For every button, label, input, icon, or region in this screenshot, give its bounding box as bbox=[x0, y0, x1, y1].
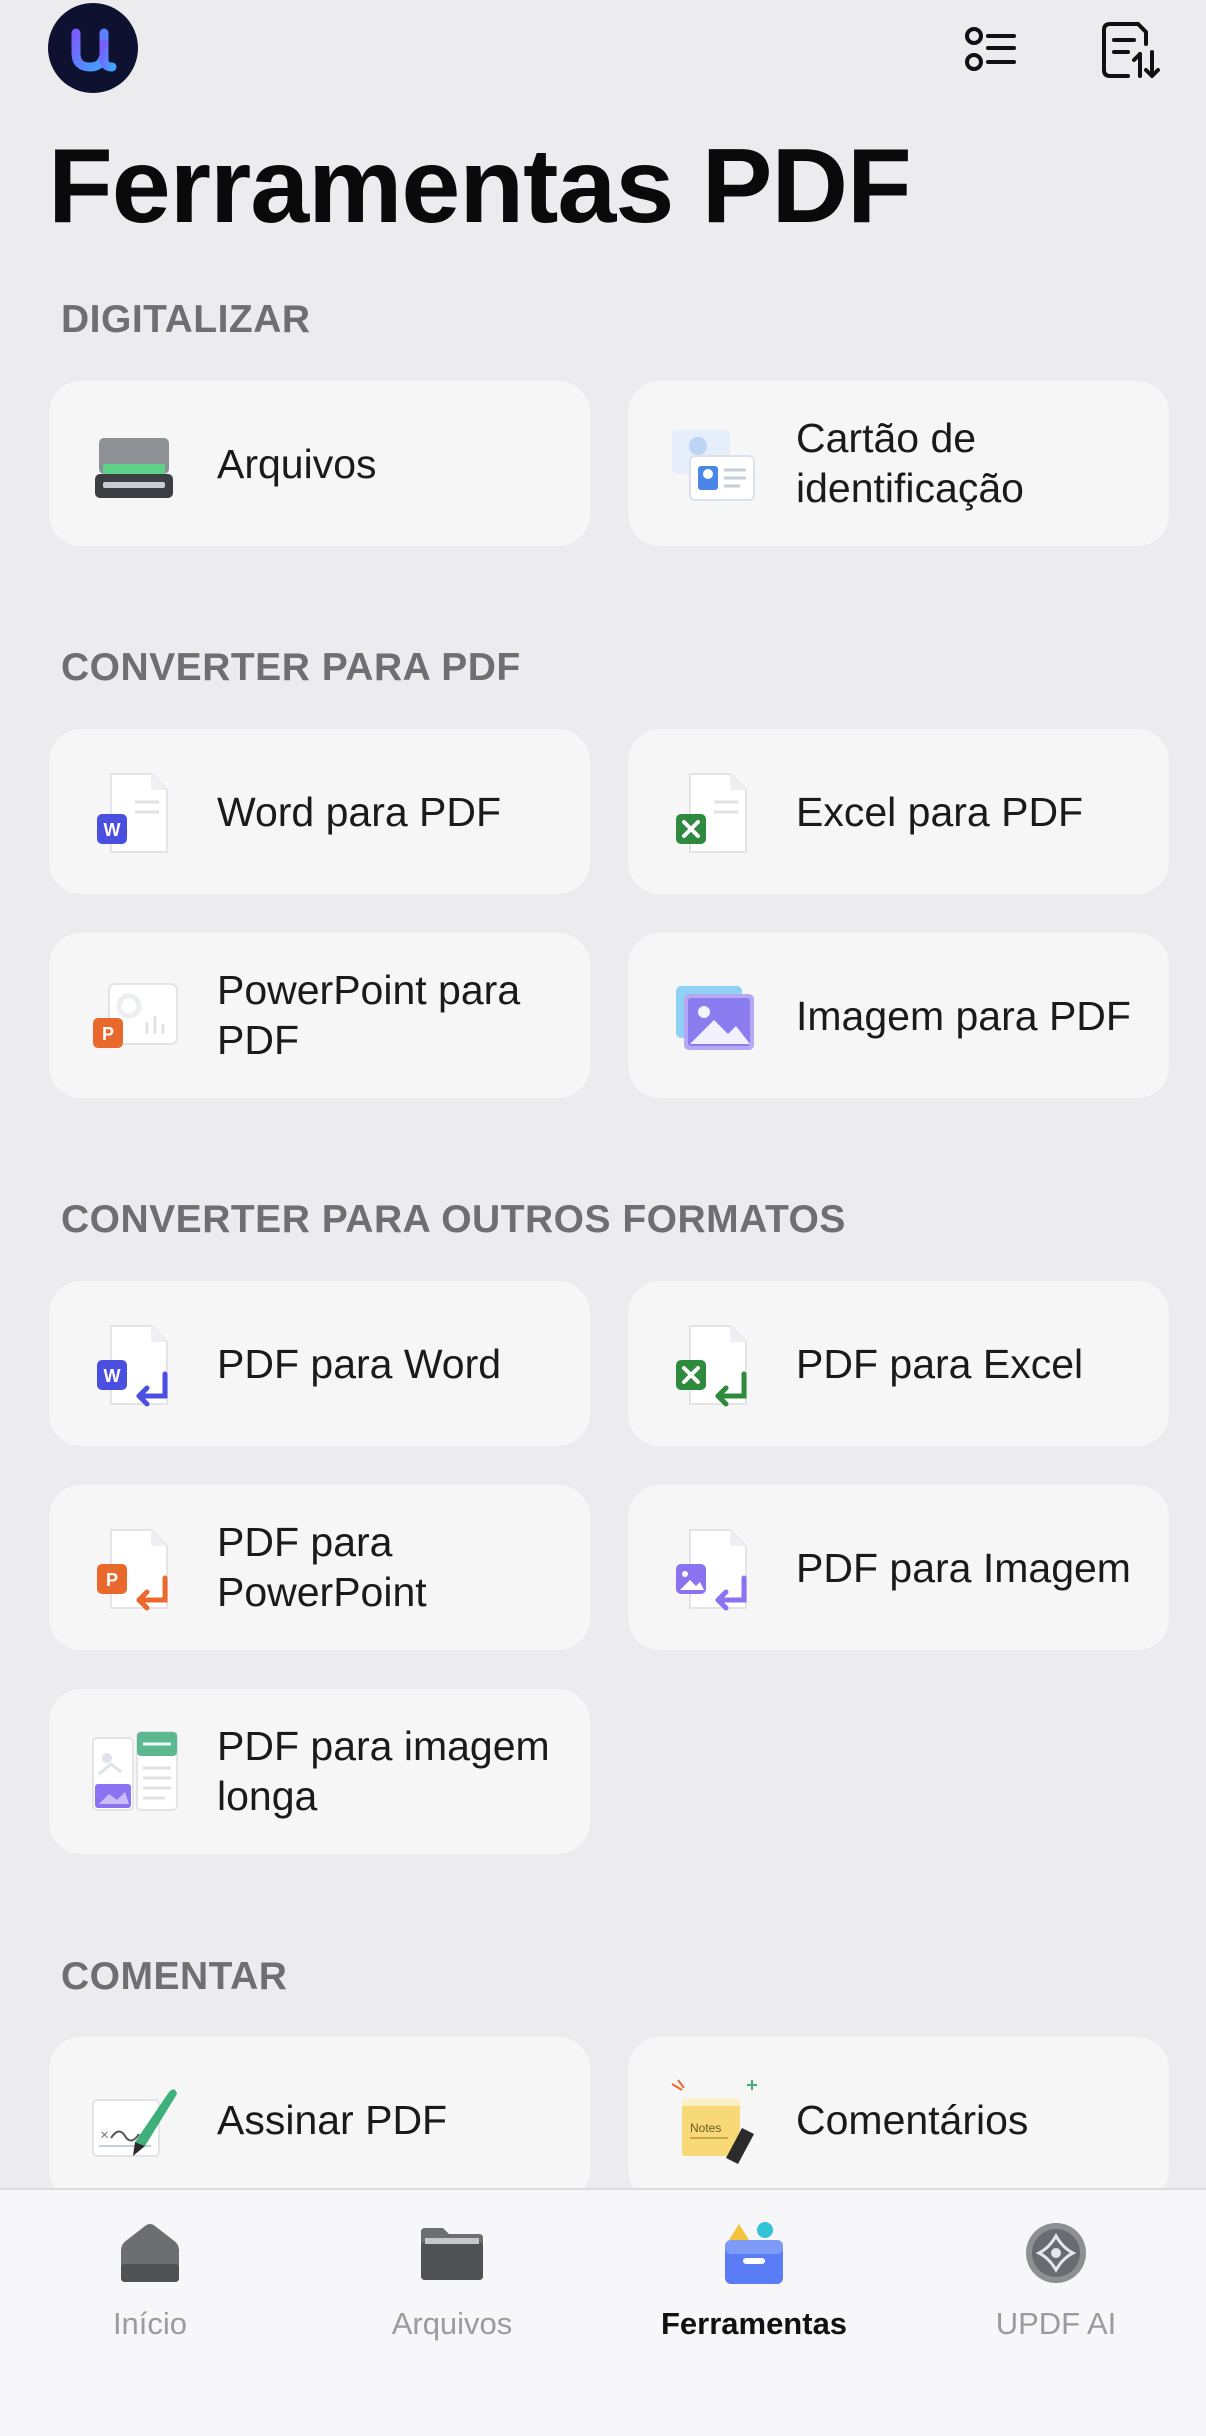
long-image-icon bbox=[92, 1731, 178, 1811]
ai-assistant-icon bbox=[1026, 2223, 1086, 2283]
pdf-to-powerpoint-icon: P bbox=[97, 1529, 168, 1611]
tool-imagem-para-pdf[interactable]: Imagem para PDF bbox=[628, 933, 1169, 1098]
id-card-icon bbox=[672, 430, 755, 501]
tab-label: Início bbox=[112, 2306, 188, 2341]
scanner-icon bbox=[95, 438, 173, 498]
svg-text:W: W bbox=[104, 1366, 121, 1386]
section-title-comentar: COMENTAR bbox=[61, 1955, 288, 1998]
svg-text:P: P bbox=[106, 1570, 118, 1590]
svg-text:W: W bbox=[104, 820, 121, 840]
excel-doc-icon bbox=[676, 773, 747, 853]
tool-pdf-para-word[interactable]: W PDF para Word bbox=[49, 1281, 590, 1446]
tool-label: Cartão de identificação bbox=[796, 415, 1024, 511]
tool-label: Word para PDF bbox=[217, 789, 502, 835]
home-icon bbox=[121, 2224, 179, 2282]
page-title: Ferramentas PDF bbox=[48, 127, 912, 245]
image-gallery-icon bbox=[676, 986, 754, 1050]
tool-pdf-para-excel[interactable]: PDF para Excel bbox=[628, 1281, 1169, 1446]
tool-label: Excel para PDF bbox=[796, 789, 1084, 835]
updf-logo-icon[interactable] bbox=[48, 3, 138, 93]
tool-label: Imagem para PDF bbox=[796, 993, 1131, 1039]
tool-powerpoint-para-pdf[interactable]: P PowerPoint para PDF bbox=[49, 933, 590, 1098]
tab-ferramentas[interactable]: Ferramentas bbox=[654, 2218, 854, 2348]
tool-label: Assinar PDF bbox=[217, 2097, 448, 2143]
svg-text:Notes: Notes bbox=[690, 2121, 721, 2135]
tool-comentarios[interactable]: Notes Comentários bbox=[628, 2037, 1169, 2202]
tool-word-para-pdf[interactable]: W Word para PDF bbox=[49, 729, 590, 894]
section-title-converter-para-pdf: CONVERTER PARA PDF bbox=[61, 646, 521, 689]
tool-label: PDF para PowerPoint bbox=[217, 1519, 427, 1615]
tab-bar: Início Arquivos Ferramentas UPDF AI bbox=[0, 2188, 1206, 2436]
tool-pdf-para-powerpoint[interactable]: P PDF para PowerPoint bbox=[49, 1485, 590, 1650]
tool-excel-para-pdf[interactable]: Excel para PDF bbox=[628, 729, 1169, 894]
list-view-icon[interactable] bbox=[960, 18, 1024, 82]
tool-label: PDF para Word bbox=[217, 1341, 502, 1387]
svg-text:×: × bbox=[99, 2127, 110, 2144]
tab-arquivos[interactable]: Arquivos bbox=[352, 2218, 552, 2348]
sticky-note-icon: Notes bbox=[671, 2079, 757, 2164]
pdf-to-image-icon bbox=[676, 1529, 747, 1611]
svg-text:P: P bbox=[102, 1024, 114, 1044]
tab-label: Arquivos bbox=[391, 2306, 513, 2341]
tab-label: UPDF AI bbox=[995, 2306, 1117, 2341]
tool-cartao-identificacao[interactable]: Cartão de identificação bbox=[628, 381, 1169, 546]
section-title-converter-outros: CONVERTER PARA OUTROS FORMATOS bbox=[61, 1198, 846, 1241]
tab-inicio[interactable]: Início bbox=[50, 2218, 250, 2348]
pdf-to-word-icon: W bbox=[97, 1325, 168, 1407]
tool-label: PDF para imagem longa bbox=[217, 1723, 550, 1819]
folder-icon bbox=[421, 2228, 483, 2280]
tab-label: Ferramentas bbox=[660, 2306, 848, 2341]
tool-assinar-pdf[interactable]: × Assinar PDF bbox=[49, 2037, 590, 2202]
tool-label: Arquivos bbox=[217, 441, 377, 487]
tool-label: Comentários bbox=[796, 2097, 1029, 2143]
sort-document-icon[interactable] bbox=[1098, 18, 1162, 82]
section-title-digitalizar: DIGITALIZAR bbox=[61, 298, 311, 341]
toolbox-icon bbox=[725, 2222, 783, 2284]
tools-screen: Ferramentas PDF DIGITALIZAR Arquivos Car… bbox=[0, 0, 1206, 2436]
pdf-to-excel-icon bbox=[676, 1325, 747, 1407]
tool-pdf-para-imagem-longa[interactable]: PDF para imagem longa bbox=[49, 1689, 590, 1854]
tool-pdf-para-imagem[interactable]: PDF para Imagem bbox=[628, 1485, 1169, 1650]
tool-label: PDF para Excel bbox=[796, 1341, 1084, 1387]
tab-updf-ai[interactable]: UPDF AI bbox=[956, 2218, 1156, 2348]
sign-pen-icon: × bbox=[92, 2089, 177, 2157]
word-doc-icon: W bbox=[97, 773, 168, 853]
tool-arquivos[interactable]: Arquivos bbox=[49, 381, 590, 546]
tool-label: PowerPoint para PDF bbox=[217, 967, 521, 1063]
powerpoint-doc-icon: P bbox=[93, 983, 178, 1048]
tool-label: PDF para Imagem bbox=[796, 1545, 1131, 1591]
